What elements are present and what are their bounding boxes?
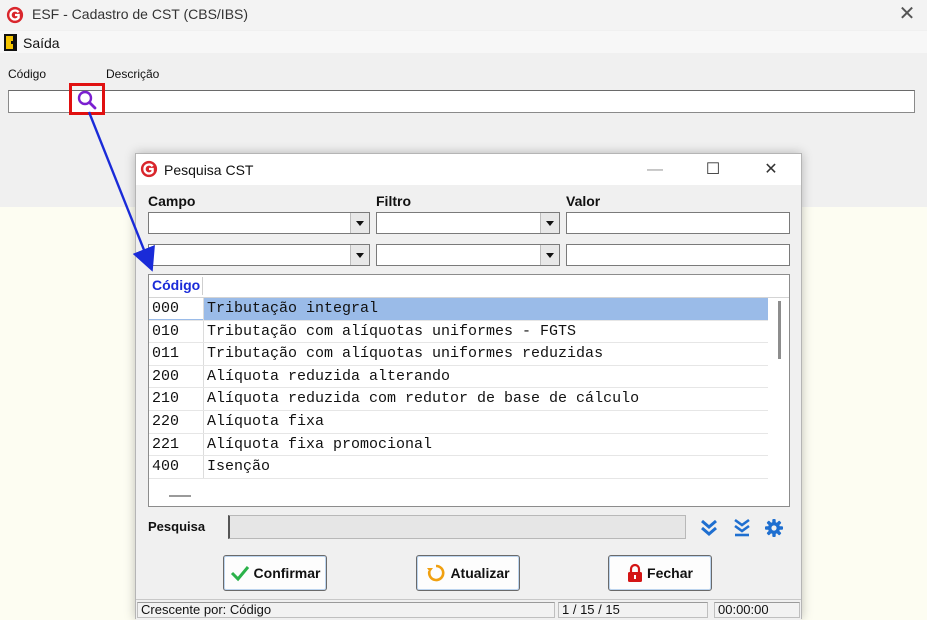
codigo-label: Código bbox=[8, 67, 47, 81]
app-logo-icon bbox=[6, 6, 24, 24]
pesquisa-label: Pesquisa bbox=[148, 519, 206, 534]
main-title-bar: ESF - Cadastro de CST (CBS/IBS) ✕ bbox=[0, 0, 927, 30]
table-row[interactable]: 400 Isenção bbox=[149, 456, 768, 479]
chevron-down-icon[interactable] bbox=[350, 245, 369, 265]
cell-codigo: 011 bbox=[152, 345, 180, 363]
column-divider bbox=[203, 343, 204, 365]
campo-label: Campo bbox=[148, 193, 196, 209]
cell-descricao: Isenção bbox=[207, 458, 271, 476]
grid-header: Código bbox=[149, 275, 789, 298]
main-window-title: ESF - Cadastro de CST (CBS/IBS) bbox=[32, 6, 249, 22]
minimize-button[interactable]: — bbox=[632, 157, 678, 183]
main-close-button[interactable]: ✕ bbox=[896, 3, 918, 25]
status-time: 00:00:00 bbox=[714, 602, 800, 618]
refresh-icon bbox=[427, 564, 445, 582]
double-chevron-down-icon[interactable] bbox=[699, 518, 719, 538]
column-divider bbox=[203, 388, 204, 410]
status-bar: Crescente por: Código 1 / 15 / 15 00:00:… bbox=[136, 599, 801, 620]
column-divider bbox=[203, 320, 204, 343]
cell-descricao: Tributação integral bbox=[207, 300, 379, 317]
column-divider bbox=[203, 298, 204, 320]
dialog-close-button[interactable]: ✕ bbox=[748, 157, 794, 183]
cell-codigo: 010 bbox=[152, 322, 180, 340]
status-record-count: 1 / 15 / 15 bbox=[558, 602, 708, 618]
column-divider bbox=[203, 365, 204, 388]
status-order: Crescente por: Código bbox=[137, 602, 555, 618]
confirmar-button[interactable]: Confirmar bbox=[223, 555, 327, 591]
codigo-descricao-input[interactable] bbox=[8, 90, 915, 113]
dialog-title-bar[interactable]: Pesquisa CST — ☐ ✕ bbox=[136, 154, 801, 185]
cell-descricao: Alíquota reduzida alterando bbox=[207, 367, 451, 385]
horizontal-scroll-thumb[interactable] bbox=[169, 495, 191, 497]
table-row[interactable]: 010 Tributação com alíquotas uniformes - … bbox=[149, 320, 768, 344]
atualizar-label: Atualizar bbox=[450, 565, 510, 581]
menu-bar bbox=[0, 31, 927, 53]
dialog-logo-icon bbox=[140, 160, 158, 178]
cell-codigo: 221 bbox=[152, 435, 180, 453]
fechar-label: Fechar bbox=[647, 565, 693, 581]
vertical-scroll-thumb[interactable] bbox=[778, 301, 781, 359]
magnifier-icon bbox=[77, 90, 97, 110]
column-divider bbox=[203, 433, 204, 456]
cell-codigo: 000 bbox=[149, 298, 203, 319]
descricao-label: Descrição bbox=[106, 67, 160, 81]
table-row[interactable]: 210 Alíquota reduzida com redutor de base… bbox=[149, 388, 768, 411]
campo-select-2[interactable] bbox=[148, 244, 370, 266]
table-row[interactable]: 221 Alíquota fixa promocional bbox=[149, 433, 768, 457]
results-grid[interactable]: Código 000 Tributação integral 010 Tributaç… bbox=[148, 274, 790, 507]
pesquisa-input[interactable] bbox=[228, 515, 686, 539]
valor-label: Valor bbox=[566, 193, 601, 209]
cell-codigo: 400 bbox=[152, 458, 180, 476]
search-button[interactable] bbox=[69, 83, 105, 115]
column-divider bbox=[203, 456, 204, 478]
valor-input-1[interactable] bbox=[566, 212, 790, 234]
column-divider bbox=[203, 411, 204, 433]
valor-input-2[interactable] bbox=[566, 244, 790, 266]
filtro-select-1[interactable] bbox=[376, 212, 560, 234]
fechar-button[interactable]: Fechar bbox=[608, 555, 712, 591]
menu-item-exit[interactable]: Saída bbox=[23, 35, 60, 51]
confirmar-label: Confirmar bbox=[253, 565, 321, 581]
chevron-down-icon[interactable] bbox=[540, 245, 559, 265]
filtro-select-2[interactable] bbox=[376, 244, 560, 266]
atualizar-button[interactable]: Atualizar bbox=[416, 555, 520, 591]
cell-codigo: 210 bbox=[152, 390, 180, 408]
column-header-codigo[interactable]: Código bbox=[150, 277, 203, 295]
checkmark-icon bbox=[230, 566, 249, 582]
cell-descricao: Tributação com alíquotas uniformes - FGT… bbox=[207, 322, 577, 340]
cell-codigo: 220 bbox=[152, 413, 180, 430]
dialog-title: Pesquisa CST bbox=[164, 162, 254, 178]
table-row[interactable]: 011 Tributação com alíquotas uniformes re… bbox=[149, 343, 768, 366]
cell-codigo: 200 bbox=[152, 367, 180, 385]
cell-descricao: Alíquota reduzida com redutor de base de… bbox=[207, 390, 640, 408]
cell-descricao: Alíquota fixa promocional bbox=[207, 435, 433, 453]
lock-icon bbox=[628, 563, 643, 582]
chevron-down-icon[interactable] bbox=[540, 213, 559, 233]
cell-descricao: Alíquota fixa bbox=[207, 413, 325, 430]
exit-door-icon[interactable] bbox=[4, 34, 17, 51]
maximize-button[interactable]: ☐ bbox=[690, 157, 736, 183]
chevron-down-icon[interactable] bbox=[350, 213, 369, 233]
filtro-label: Filtro bbox=[376, 193, 411, 209]
search-dialog: Pesquisa CST — ☐ ✕ Campo Filtro Valor Có… bbox=[135, 153, 802, 620]
table-row[interactable]: 200 Alíquota reduzida alterando bbox=[149, 365, 768, 389]
table-row[interactable]: 220 Alíquota fixa bbox=[149, 411, 768, 434]
table-row[interactable]: 000 Tributação integral bbox=[149, 298, 768, 321]
cell-descricao: Tributação com alíquotas uniformes reduz… bbox=[207, 345, 604, 363]
campo-select-1[interactable] bbox=[148, 212, 370, 234]
gear-icon[interactable] bbox=[764, 518, 784, 538]
double-chevron-down-bar-icon[interactable] bbox=[732, 518, 752, 538]
